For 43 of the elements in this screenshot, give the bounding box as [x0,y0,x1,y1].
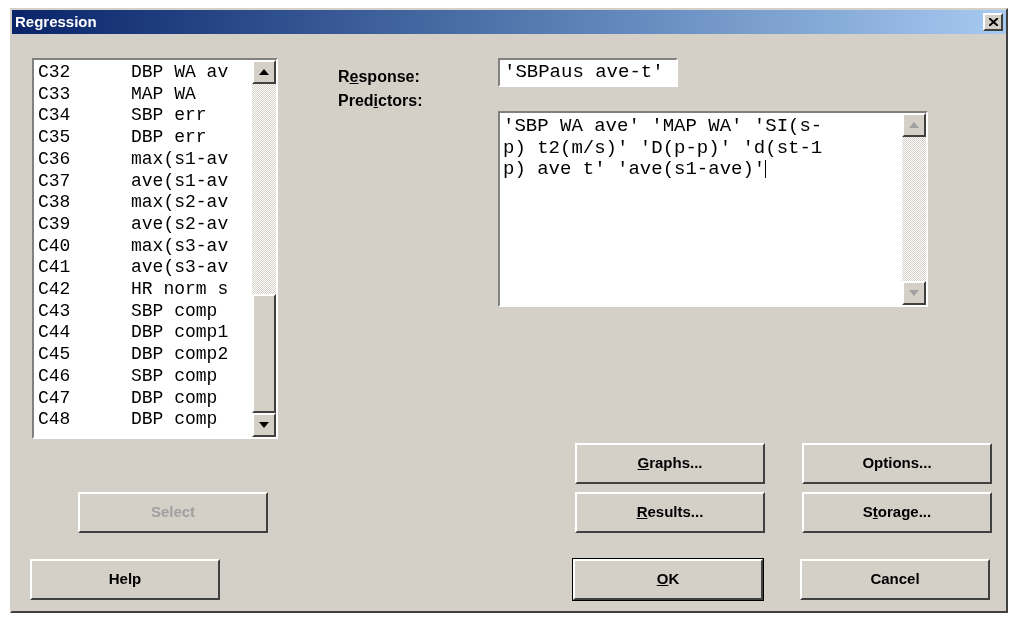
results-button[interactable]: Results... [575,492,765,533]
column-list-item[interactable]: C39 ave(s2-av [38,213,252,236]
ok-button[interactable]: OK [573,559,763,600]
help-button[interactable]: Help [30,559,220,600]
column-list-item[interactable]: C48 DBP comp [38,409,252,431]
response-field[interactable]: 'SBPaus ave-t' [498,58,678,87]
down-arrow-icon [259,422,269,428]
scroll-down-button[interactable] [252,413,276,437]
column-list-item[interactable]: C32 DBP WA av [38,62,252,84]
column-list-item[interactable]: C38 max(s2-av [38,192,252,214]
scrollbar[interactable] [902,113,926,305]
predictors-field[interactable]: 'SBP WA ave' 'MAP WA' 'SI(s-p) t2(m/s)' 'D(p-p)' 'd(st-1p) ave t' 'ave(s1-ave)' [498,111,928,307]
column-list-item[interactable]: C45 DBP comp2 [38,344,252,366]
column-list-item[interactable]: C44 DBP comp1 [38,322,252,345]
close-button[interactable] [983,13,1003,31]
column-list-item[interactable]: C37 ave(s1-av [38,170,252,193]
column-list[interactable] [32,58,278,439]
column-list-item[interactable]: C36 max(s1-av [38,148,252,171]
scroll-up-button[interactable] [902,113,926,137]
column-list-item[interactable]: C33 MAP WA [38,83,252,106]
down-arrow-icon [909,290,919,296]
column-list-item[interactable]: C47 DBP comp [38,387,252,410]
column-list-item[interactable]: C42 HR norm s [38,279,252,301]
column-list-item[interactable]: C40 max(s3-av [38,235,252,258]
cancel-button[interactable]: Cancel [800,559,990,600]
close-icon [988,18,998,26]
window-title: Regression [15,11,97,32]
column-list-item[interactable]: C34 SBP err [38,105,252,128]
scroll-up-button[interactable] [252,60,276,84]
column-list-item[interactable]: C46 SBP comp [38,365,252,388]
column-list-item[interactable]: C41 ave(s3-av [38,257,252,280]
storage-button[interactable]: Storage... [802,492,992,533]
up-arrow-icon [909,122,919,128]
up-arrow-icon [259,69,269,75]
scroll-thumb[interactable] [252,294,276,413]
scrollbar[interactable] [252,60,276,437]
column-list-item[interactable]: C35 DBP err [38,127,252,149]
options-button[interactable]: Options... [802,443,992,484]
graphs-button[interactable]: Graphs... [575,443,765,484]
scroll-down-button[interactable] [902,281,926,305]
column-list-item[interactable]: C43 SBP comp [38,300,252,323]
predictors-label: Predictors: [338,91,424,111]
response-label: Response: [338,67,421,87]
